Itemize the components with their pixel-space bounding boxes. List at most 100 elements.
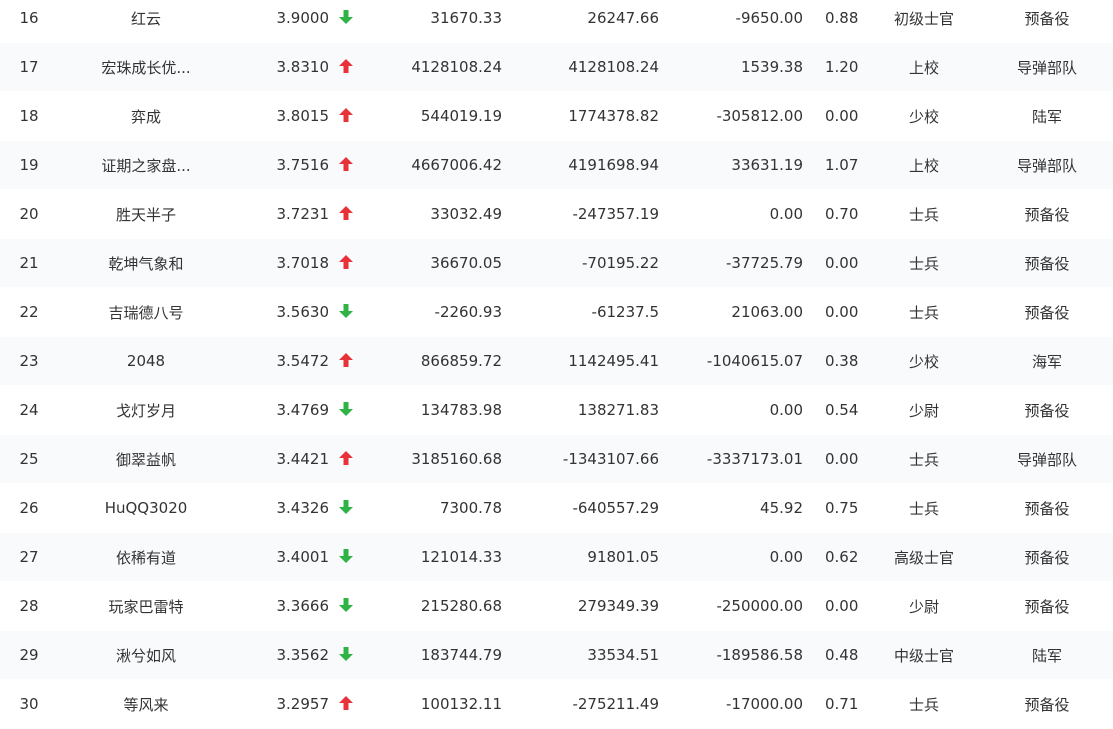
arrow-down-icon: [331, 287, 367, 337]
value1-cell: 183744.79: [367, 630, 502, 680]
value1-cell: 36670.05: [367, 238, 502, 288]
rank-cell: 19: [0, 140, 58, 190]
name-cell: 胜天半子: [58, 189, 234, 239]
ratio-cell: 0.88: [803, 0, 867, 43]
score-cell: 3.3666: [234, 581, 331, 631]
arrow-up-icon: [331, 140, 367, 190]
unit-cell: 海军: [981, 336, 1113, 386]
ratio-cell: 0.00: [803, 91, 867, 141]
score-cell: 3.8310: [234, 42, 331, 92]
ratio-cell: 0.70: [803, 189, 867, 239]
score-cell: 3.4001: [234, 532, 331, 582]
value3-cell: -189586.58: [659, 630, 803, 680]
table-row[interactable]: 18 弈成 3.8015 544019.19 1774378.82 -305812.00 0…: [0, 91, 1113, 141]
unit-cell: 导弹部队: [981, 140, 1113, 190]
score-cell: 3.7516: [234, 140, 331, 190]
value3-cell: -305812.00: [659, 91, 803, 141]
ratio-cell: 0.75: [803, 483, 867, 533]
value3-cell: -9650.00: [659, 0, 803, 43]
value3-cell: -37725.79: [659, 238, 803, 288]
value1-cell: -2260.93: [367, 287, 502, 337]
table-row[interactable]: 25 御翠益帆 3.4421 3185160.68 -1343107.66 -333717…: [0, 434, 1113, 484]
unit-cell: 预备役: [981, 483, 1113, 533]
rank-title-cell: 少尉: [867, 385, 981, 435]
rank-cell: 25: [0, 434, 58, 484]
name-cell: 依稀有道: [58, 532, 234, 582]
rank-cell: 18: [0, 91, 58, 141]
rank-cell: 28: [0, 581, 58, 631]
value3-cell: 1539.38: [659, 42, 803, 92]
value2-cell: 26247.66: [502, 0, 659, 43]
table-row[interactable]: 17 宏珠成长优... 3.8310 4128108.24 4128108.24 1539…: [0, 42, 1113, 92]
ratio-cell: 1.07: [803, 140, 867, 190]
score-cell: 3.3562: [234, 630, 331, 680]
arrow-up-icon: [331, 42, 367, 92]
table-row[interactable]: 20 胜天半子 3.7231 33032.49 -247357.19 0.00 0.70 士兵…: [0, 189, 1113, 239]
value2-cell: 33534.51: [502, 630, 659, 680]
table-row[interactable]: 22 吉瑞德八号 3.5630 -2260.93 -61237.5 21063.00 0.0…: [0, 287, 1113, 337]
score-cell: 3.5630: [234, 287, 331, 337]
name-cell: 红云: [58, 0, 234, 43]
value2-cell: -61237.5: [502, 287, 659, 337]
rank-title-cell: 上校: [867, 42, 981, 92]
ratio-cell: 0.00: [803, 434, 867, 484]
table-row[interactable]: 30 等风来 3.2957 100132.11 -275211.49 -17000.00 0…: [0, 679, 1113, 729]
value1-cell: 4128108.24: [367, 42, 502, 92]
arrow-up-icon: [331, 238, 367, 288]
name-cell: 吉瑞德八号: [58, 287, 234, 337]
ratio-cell: 1.20: [803, 42, 867, 92]
value1-cell: 4667006.42: [367, 140, 502, 190]
table-row[interactable]: 19 证期之家盘... 3.7516 4667006.42 4191698.94 3363…: [0, 140, 1113, 190]
name-cell: HuQQ3020: [58, 483, 234, 533]
rank-title-cell: 少尉: [867, 581, 981, 631]
arrow-down-icon: [331, 581, 367, 631]
score-cell: 3.7018: [234, 238, 331, 288]
value2-cell: -640557.29: [502, 483, 659, 533]
value1-cell: 100132.11: [367, 679, 502, 729]
arrow-down-icon: [331, 630, 367, 680]
unit-cell: 陆军: [981, 91, 1113, 141]
score-cell: 3.2957: [234, 679, 331, 729]
score-cell: 3.4421: [234, 434, 331, 484]
name-cell: 戈灯岁月: [58, 385, 234, 435]
arrow-down-icon: [331, 0, 367, 43]
rank-title-cell: 初级士官: [867, 0, 981, 43]
rank-title-cell: 士兵: [867, 189, 981, 239]
table-row[interactable]: 26 HuQQ3020 3.4326 7300.78 -640557.29 45.92 0.…: [0, 483, 1113, 533]
table-row[interactable]: 16 红云 3.9000 31670.33 26247.66 -9650.00 0.88 初级…: [0, 0, 1113, 43]
rank-title-cell: 中级士官: [867, 630, 981, 680]
table-row[interactable]: 24 戈灯岁月 3.4769 134783.98 138271.83 0.00 0.54 少尉…: [0, 385, 1113, 435]
value3-cell: -17000.00: [659, 679, 803, 729]
rank-title-cell: 士兵: [867, 679, 981, 729]
table-row[interactable]: 23 2048 3.5472 866859.72 1142495.41 -1040615.…: [0, 336, 1113, 386]
rank-cell: 29: [0, 630, 58, 680]
table-row[interactable]: 29 湫兮如风 3.3562 183744.79 33534.51 -189586.58 0…: [0, 630, 1113, 680]
value1-cell: 866859.72: [367, 336, 502, 386]
arrow-down-icon: [331, 385, 367, 435]
value3-cell: 0.00: [659, 385, 803, 435]
name-cell: 2048: [58, 336, 234, 386]
score-cell: 3.4326: [234, 483, 331, 533]
name-cell: 弈成: [58, 91, 234, 141]
value3-cell: 33631.19: [659, 140, 803, 190]
rank-cell: 26: [0, 483, 58, 533]
value2-cell: -1343107.66: [502, 434, 659, 484]
ratio-cell: 0.62: [803, 532, 867, 582]
value2-cell: 4191698.94: [502, 140, 659, 190]
value3-cell: 0.00: [659, 189, 803, 239]
name-cell: 等风来: [58, 679, 234, 729]
value2-cell: 138271.83: [502, 385, 659, 435]
value1-cell: 3185160.68: [367, 434, 502, 484]
rank-title-cell: 士兵: [867, 238, 981, 288]
value1-cell: 7300.78: [367, 483, 502, 533]
table-row[interactable]: 21 乾坤气象和 3.7018 36670.05 -70195.22 -37725.79 0…: [0, 238, 1113, 288]
value2-cell: 1142495.41: [502, 336, 659, 386]
value1-cell: 121014.33: [367, 532, 502, 582]
ratio-cell: 0.00: [803, 581, 867, 631]
unit-cell: 预备役: [981, 189, 1113, 239]
score-cell: 3.8015: [234, 91, 331, 141]
table-row[interactable]: 28 玩家巴雷特 3.3666 215280.68 279349.39 -250000.0…: [0, 581, 1113, 631]
rank-title-cell: 士兵: [867, 483, 981, 533]
score-cell: 3.9000: [234, 0, 331, 43]
table-row[interactable]: 27 依稀有道 3.4001 121014.33 91801.05 0.00 0.62 高级士…: [0, 532, 1113, 582]
